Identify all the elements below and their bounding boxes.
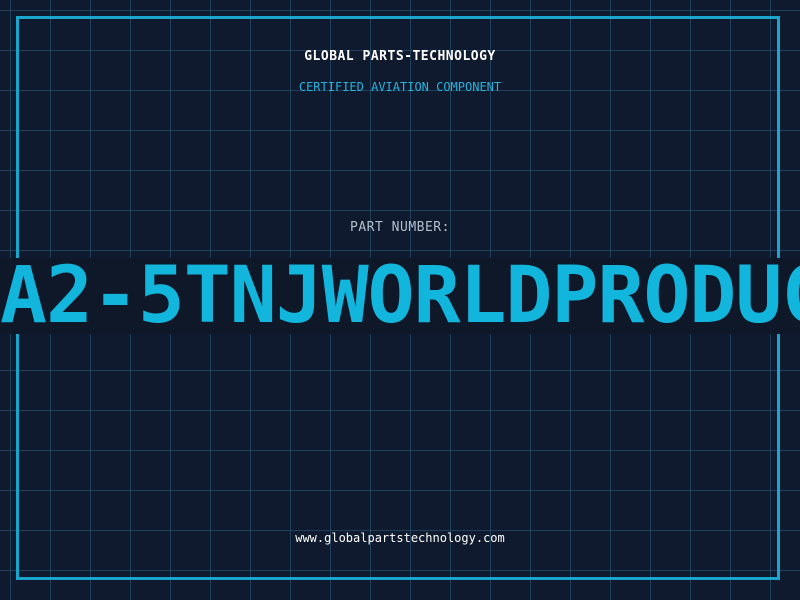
company-name: GLOBAL PARTS-TECHNOLOGY xyxy=(304,49,496,64)
website-url: www.globalpartstechnology.com xyxy=(295,531,505,545)
part-number-value: A2-5TNJWORLDPRODUCT xyxy=(0,258,800,334)
label-canvas: GLOBAL PARTS-TECHNOLOGY CERTIFIED AVIATI… xyxy=(0,0,800,600)
part-number-label: PART NUMBER: xyxy=(350,220,450,235)
part-number-band: A2-5TNJWORLDPRODUCT xyxy=(0,258,800,334)
certification-subtitle: CERTIFIED AVIATION COMPONENT xyxy=(298,80,502,94)
